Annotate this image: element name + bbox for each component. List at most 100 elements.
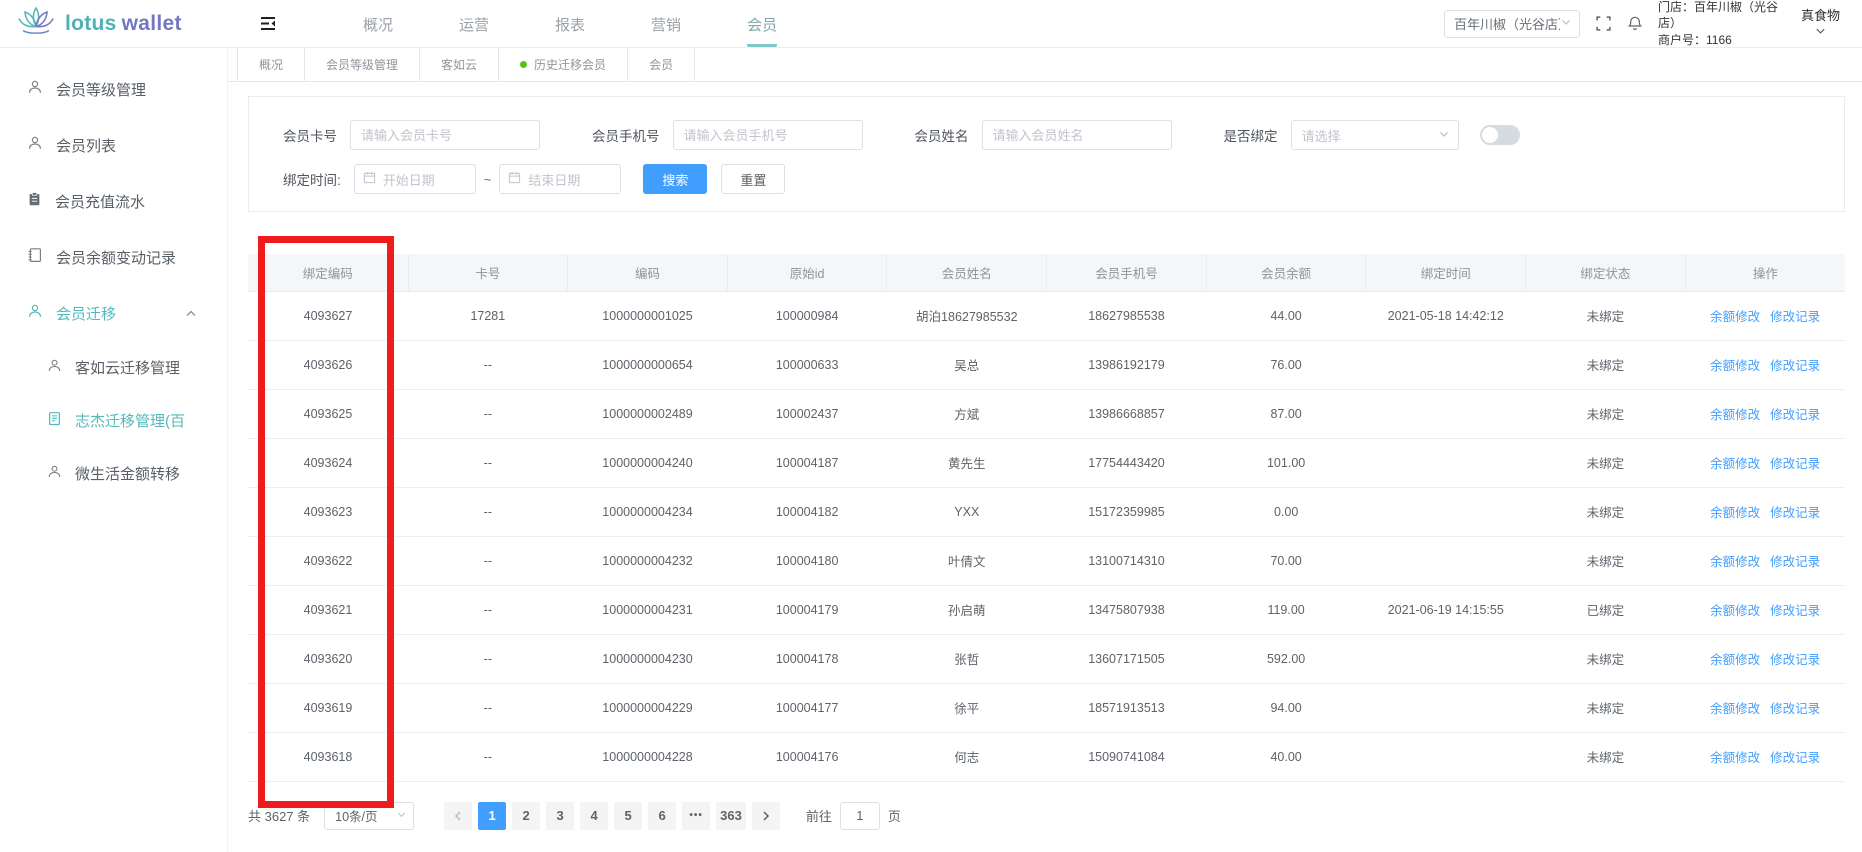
sidebar-item-label: 会员迁移 bbox=[56, 303, 116, 324]
table-cell: -- bbox=[408, 438, 568, 487]
sidebar-item-member-list[interactable]: 会员列表 bbox=[0, 117, 227, 173]
tab-overview[interactable]: 概况 bbox=[237, 48, 305, 81]
store-info-line: 门店：百年川椒（光谷店） bbox=[1658, 0, 1786, 32]
topnav-item-overview[interactable]: 概况 bbox=[363, 1, 393, 47]
goto-page-input[interactable] bbox=[840, 802, 880, 830]
bind-select-placeholder: 请选择 bbox=[1302, 126, 1438, 145]
edit-record-link[interactable]: 修改记录 bbox=[1770, 653, 1820, 667]
sidebar-item-member-migration[interactable]: 会员迁移 bbox=[0, 285, 227, 341]
table-cell bbox=[1366, 389, 1526, 438]
table-cell: 18627985538 bbox=[1047, 291, 1207, 340]
balance-edit-link[interactable]: 余额修改 bbox=[1710, 506, 1760, 520]
edit-record-link[interactable]: 修改记录 bbox=[1770, 751, 1820, 765]
edit-record-link[interactable]: 修改记录 bbox=[1770, 310, 1820, 324]
tab-label: 会员等级管理 bbox=[326, 56, 398, 73]
last-page-button[interactable]: 363 bbox=[716, 802, 746, 830]
toggle-switch[interactable] bbox=[1480, 125, 1520, 145]
page-number-button[interactable]: 5 bbox=[614, 802, 642, 830]
table-cell-actions: 余额修改修改记录 bbox=[1685, 340, 1845, 389]
bell-icon[interactable] bbox=[1627, 15, 1643, 32]
more-pages-button[interactable]: ••• bbox=[682, 802, 710, 830]
start-date-input[interactable]: 开始日期 bbox=[354, 164, 476, 194]
edit-record-link[interactable]: 修改记录 bbox=[1770, 408, 1820, 422]
phone-input[interactable] bbox=[673, 120, 863, 150]
topnav-item-member[interactable]: 会员 bbox=[747, 1, 777, 47]
sidebar-item-member-level[interactable]: 会员等级管理 bbox=[0, 61, 227, 117]
topnav-item-marketing[interactable]: 营销 bbox=[651, 1, 681, 47]
table-cell bbox=[1366, 683, 1526, 732]
page-number-button[interactable]: 3 bbox=[546, 802, 574, 830]
end-date-input[interactable]: 结束日期 bbox=[499, 164, 621, 194]
phone-label: 会员手机号 bbox=[592, 125, 660, 145]
fullscreen-icon[interactable] bbox=[1595, 15, 1612, 32]
member-name-input[interactable] bbox=[982, 120, 1172, 150]
balance-edit-link[interactable]: 余额修改 bbox=[1710, 604, 1760, 618]
table-cell-actions: 余额修改修改记录 bbox=[1685, 389, 1845, 438]
page-number-button[interactable]: 2 bbox=[512, 802, 540, 830]
col-header-member-name: 会员姓名 bbox=[887, 254, 1047, 291]
merchant-no-line: 商户号：1166 bbox=[1658, 32, 1786, 48]
balance-edit-link[interactable]: 余额修改 bbox=[1710, 359, 1760, 373]
sidebar-item-keruyun-migration[interactable]: 客如云迁移管理 bbox=[0, 341, 227, 394]
page-number-button[interactable]: 1 bbox=[478, 802, 506, 830]
edit-record-link[interactable]: 修改记录 bbox=[1770, 555, 1820, 569]
sidebar-item-label: 志杰迁移管理(百 bbox=[75, 410, 185, 431]
table-cell bbox=[1366, 340, 1526, 389]
tab-member[interactable]: 会员 bbox=[628, 48, 695, 81]
filter-panel: 会员卡号 会员手机号 会员姓名 是否绑定 请选择 bbox=[248, 96, 1845, 212]
sidebar-item-recharge-flow[interactable]: 会员充值流水 bbox=[0, 173, 227, 229]
balance-edit-link[interactable]: 余额修改 bbox=[1710, 702, 1760, 716]
table-cell: 18571913513 bbox=[1047, 683, 1207, 732]
col-header-card-no: 卡号 bbox=[408, 254, 568, 291]
page-size-value: 10条/页 bbox=[335, 806, 396, 825]
person-icon bbox=[27, 135, 43, 155]
prev-page-button[interactable] bbox=[444, 802, 472, 830]
search-button[interactable]: 搜索 bbox=[643, 164, 707, 194]
sidebar-collapse-icon[interactable] bbox=[258, 15, 278, 32]
balance-edit-link[interactable]: 余额修改 bbox=[1710, 555, 1760, 569]
edit-record-link[interactable]: 修改记录 bbox=[1770, 702, 1820, 716]
main-content: 会员卡号 会员手机号 会员姓名 是否绑定 请选择 bbox=[228, 82, 1862, 852]
page-number-button[interactable]: 4 bbox=[580, 802, 608, 830]
table-cell: 592.00 bbox=[1206, 634, 1366, 683]
sidebar-item-label: 客如云迁移管理 bbox=[75, 357, 180, 378]
table-cell bbox=[1366, 732, 1526, 781]
balance-edit-link[interactable]: 余额修改 bbox=[1710, 310, 1760, 324]
table-cell: 100004177 bbox=[727, 683, 887, 732]
edit-record-link[interactable]: 修改记录 bbox=[1770, 506, 1820, 520]
account-menu[interactable]: 真食物 bbox=[1801, 9, 1840, 39]
tab-keruyun[interactable]: 客如云 bbox=[420, 48, 499, 81]
next-page-button[interactable] bbox=[752, 802, 780, 830]
balance-edit-link[interactable]: 余额修改 bbox=[1710, 751, 1760, 765]
sidebar-item-weishenghuo-transfer[interactable]: 微生活金额转移 bbox=[0, 447, 227, 500]
page-size-select[interactable]: 10条/页 bbox=[324, 802, 414, 830]
balance-edit-link[interactable]: 余额修改 bbox=[1710, 457, 1760, 471]
table-cell: 4093625 bbox=[248, 389, 408, 438]
card-number-input[interactable] bbox=[350, 120, 540, 150]
tab-member-level[interactable]: 会员等级管理 bbox=[305, 48, 420, 81]
calendar-icon bbox=[363, 171, 376, 187]
table-cell: -- bbox=[408, 536, 568, 585]
tab-history-migrated-members[interactable]: 历史迁移会员 bbox=[499, 48, 628, 81]
chevron-down-icon bbox=[1801, 24, 1840, 38]
balance-edit-link[interactable]: 余额修改 bbox=[1710, 653, 1760, 667]
topnav-item-operation[interactable]: 运营 bbox=[459, 1, 489, 47]
table-row: 4093620--1000000004230100004178张哲1360717… bbox=[248, 634, 1845, 683]
edit-record-link[interactable]: 修改记录 bbox=[1770, 457, 1820, 471]
edit-record-link[interactable]: 修改记录 bbox=[1770, 604, 1820, 618]
edit-record-link[interactable]: 修改记录 bbox=[1770, 359, 1820, 373]
page-number-button[interactable]: 6 bbox=[648, 802, 676, 830]
sidebar-item-balance-records[interactable]: 会员余额变动记录 bbox=[0, 229, 227, 285]
balance-edit-link[interactable]: 余额修改 bbox=[1710, 408, 1760, 422]
sidebar-item-zhijie-migration[interactable]: 志杰迁移管理(百 bbox=[0, 394, 227, 447]
bind-status-select[interactable]: 请选择 bbox=[1291, 120, 1459, 150]
table-cell: 1000000004240 bbox=[568, 438, 728, 487]
store-select-dropdown[interactable]: 百年川椒（光谷店） bbox=[1444, 10, 1580, 38]
table-row: 4093625--1000000002489100002437方斌1398666… bbox=[248, 389, 1845, 438]
reset-button[interactable]: 重置 bbox=[721, 164, 785, 194]
table-row: 4093624--1000000004240100004187黄先生177544… bbox=[248, 438, 1845, 487]
topnav-item-report[interactable]: 报表 bbox=[555, 1, 585, 47]
table-cell: 张哲 bbox=[887, 634, 1047, 683]
table-cell: -- bbox=[408, 732, 568, 781]
table-cell-actions: 余额修改修改记录 bbox=[1685, 536, 1845, 585]
